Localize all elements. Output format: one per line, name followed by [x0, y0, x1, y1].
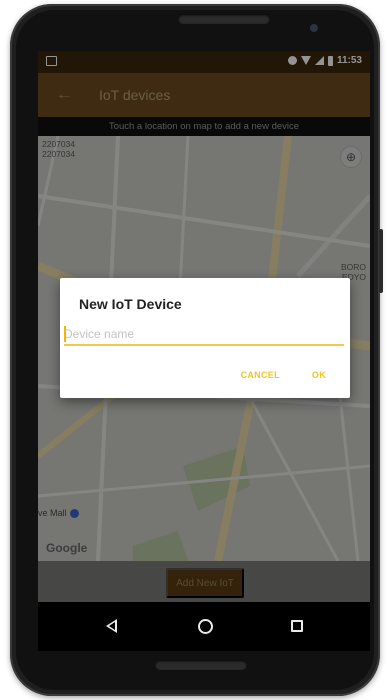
side-button: [379, 229, 383, 293]
speaker-top: [178, 14, 270, 24]
cancel-button[interactable]: CANCEL: [241, 370, 280, 380]
stage: 11:53 ← IoT devices Touch a location on …: [0, 0, 389, 700]
nav-home-icon[interactable]: [198, 619, 213, 634]
dialog-title: New IoT Device: [79, 296, 182, 312]
nav-recents-icon[interactable]: [291, 620, 303, 632]
device-name-input[interactable]: [64, 324, 344, 346]
nav-back-icon-inner: [109, 622, 115, 630]
text-caret: [64, 326, 66, 342]
ok-button[interactable]: OK: [312, 370, 326, 380]
new-device-dialog: New IoT Device CANCEL OK: [60, 278, 350, 398]
front-camera: [310, 24, 318, 32]
navigation-bar: [38, 602, 370, 651]
speaker-bottom: [155, 660, 247, 670]
dialog-actions: CANCEL OK: [241, 370, 326, 380]
screen: 11:53 ← IoT devices Touch a location on …: [38, 51, 370, 651]
